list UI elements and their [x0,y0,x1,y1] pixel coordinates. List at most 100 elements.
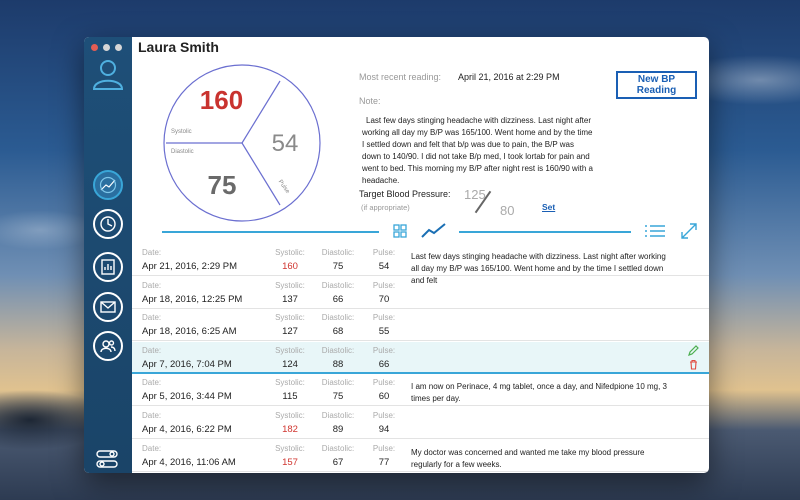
reading-systolic-value: 115 [282,391,298,402]
reading-date-label: Date: [142,248,162,257]
reading-pulse-value: 66 [378,359,390,370]
gauge-systolic-value: 160 [199,85,244,115]
reading-systolic-label: Systolic: [275,313,305,322]
target-bp-label: Target Blood Pressure: [359,189,451,199]
close-button[interactable] [91,44,98,51]
table-row[interactable]: Date: Apr 4, 2016, 11:06 AM Systolic: 157 Di… [132,440,709,472]
reading-date-label: Date: [142,444,162,453]
reading-note: My doctor was concerned and wanted me ta… [411,448,645,469]
reading-systolic-value: 160 [282,261,298,272]
reading-diastolic-value: 88 [332,359,344,370]
reading-pulse-value: 94 [378,424,390,435]
reading-diastolic-value: 75 [332,261,344,272]
gauge-diastolic-value: 75 [207,170,237,200]
sidebar [84,37,132,473]
reading-pulse-label: Pulse: [372,281,396,290]
target-diastolic-value[interactable]: 80 [500,203,514,218]
reading-pulse-label: Pulse: [372,248,396,257]
reading-date-value: Apr 7, 2016, 7:04 PM [142,359,232,370]
table-row[interactable]: Date: Apr 21, 2016, 2:29 PM Systolic: 160 Di… [132,244,709,285]
recent-reading-label: Most recent reading: [359,72,442,82]
reading-pulse-value: 70 [378,294,390,305]
reading-date-value: Apr 18, 2016, 6:25 AM [142,326,237,337]
reading-diastolic-label: Diastolic: [321,378,355,387]
reading-note: I am now on Perinace, 4 mg tablet, once … [411,382,668,403]
reading-systolic-value: 137 [282,294,298,305]
readings-list: Date: Apr 21, 2016, 2:29 PM Systolic: 160 Di… [132,244,709,473]
reading-systolic-label: Systolic: [275,281,305,290]
gauge-diastolic-label: Diastolic [171,149,194,155]
minimize-button[interactable] [103,44,110,51]
contacts-icon[interactable] [93,331,123,361]
table-row[interactable]: Date: Apr 7, 2016, 7:04 PM Systolic: 124 Dia… [132,342,709,374]
reading-date-value: Apr 18, 2016, 12:25 PM [142,294,243,305]
table-row[interactable]: Date: Apr 18, 2016, 6:25 AM Systolic: 127 Di… [132,309,709,341]
reading-date-label: Date: [142,411,162,420]
reading-systolic-label: Systolic: [275,444,305,453]
reading-diastolic-label: Diastolic: [321,281,355,290]
reading-pulse-value: 55 [378,326,390,337]
reading-pulse-label: Pulse: [372,378,396,387]
window-controls [91,44,122,51]
expand-icon[interactable] [680,222,698,240]
user-profile-icon[interactable] [91,57,125,91]
reading-systolic-label: Systolic: [275,411,305,420]
gauge-systolic-label: Systolic [171,129,192,135]
list-view-icon[interactable] [644,222,666,240]
reading-diastolic-value: 75 [332,391,344,402]
gauge-pulse-value: 54 [271,130,299,157]
new-bp-reading-button[interactable]: New BP Reading [616,71,697,99]
reading-pulse-value: 54 [378,261,390,272]
patient-name: Laura Smith [138,39,219,55]
reading-date-label: Date: [142,313,162,322]
note-text: Last few days stinging headache with diz… [362,116,593,185]
delete-trash-icon[interactable] [688,359,699,370]
app-window: Laura Smith 160 54 75 Systolic Diastolic… [84,37,709,473]
table-row[interactable]: Date: Apr 4, 2016, 6:22 PM Systolic: 182 Dia… [132,407,709,439]
reading-diastolic-label: Diastolic: [321,313,355,322]
reading-date-value: Apr 4, 2016, 6:22 PM [142,424,232,435]
reading-diastolic-value: 89 [332,424,344,435]
note-label: Note: [359,96,381,106]
set-target-link[interactable]: Set [542,202,555,212]
reading-date-label: Date: [142,378,162,387]
grid-view-icon[interactable] [391,222,409,240]
reading-systolic-value: 127 [282,326,298,337]
reading-diastolic-value: 68 [332,326,344,337]
reading-diastolic-value: 67 [332,457,344,468]
reading-pulse-value: 60 [378,391,390,402]
target-bp-sublabel: (if appropriate) [361,203,410,212]
reading-systolic-value: 124 [282,359,298,370]
chart-icon[interactable] [93,170,123,200]
reading-diastolic-label: Diastolic: [321,444,355,453]
reading-date-label: Date: [142,346,162,355]
recent-reading-value: April 21, 2016 at 2:29 PM [458,72,560,82]
reading-date-value: Apr 21, 2016, 2:29 PM [142,261,238,272]
zoom-button[interactable] [115,44,122,51]
reading-date-value: Apr 5, 2016, 3:44 PM [142,391,232,402]
toolbar-divider-left [162,231,379,233]
reading-diastolic-label: Diastolic: [321,411,355,420]
trend-chart-icon[interactable] [421,222,447,240]
reading-systolic-value: 157 [282,457,298,468]
reading-diastolic-value: 66 [332,294,344,305]
toolbar-divider-right [459,231,631,233]
reading-pulse-label: Pulse: [372,411,396,420]
reading-pulse-value: 77 [378,457,390,468]
reading-pulse-label: Pulse: [372,346,396,355]
reading-date-label: Date: [142,281,162,290]
report-icon[interactable] [93,252,123,282]
reading-systolic-value: 182 [282,424,298,435]
reading-date-value: Apr 4, 2016, 11:06 AM [142,457,236,468]
table-row[interactable]: Date: Apr 5, 2016, 3:44 PM Systolic: 115 Dia… [132,374,709,406]
reading-systolic-label: Systolic: [275,378,305,387]
clock-icon[interactable] [93,209,123,239]
settings-toggle-icon[interactable] [96,449,118,469]
reading-diastolic-label: Diastolic: [321,346,355,355]
reading-pulse-label: Pulse: [372,444,396,453]
reading-pulse-label: Pulse: [372,313,396,322]
table-row[interactable]: Date: Apr 18, 2016, 12:25 PM Systolic: 137 D… [132,277,709,309]
edit-pencil-icon[interactable] [688,345,699,356]
reading-systolic-label: Systolic: [275,346,305,355]
mail-icon[interactable] [93,292,123,322]
